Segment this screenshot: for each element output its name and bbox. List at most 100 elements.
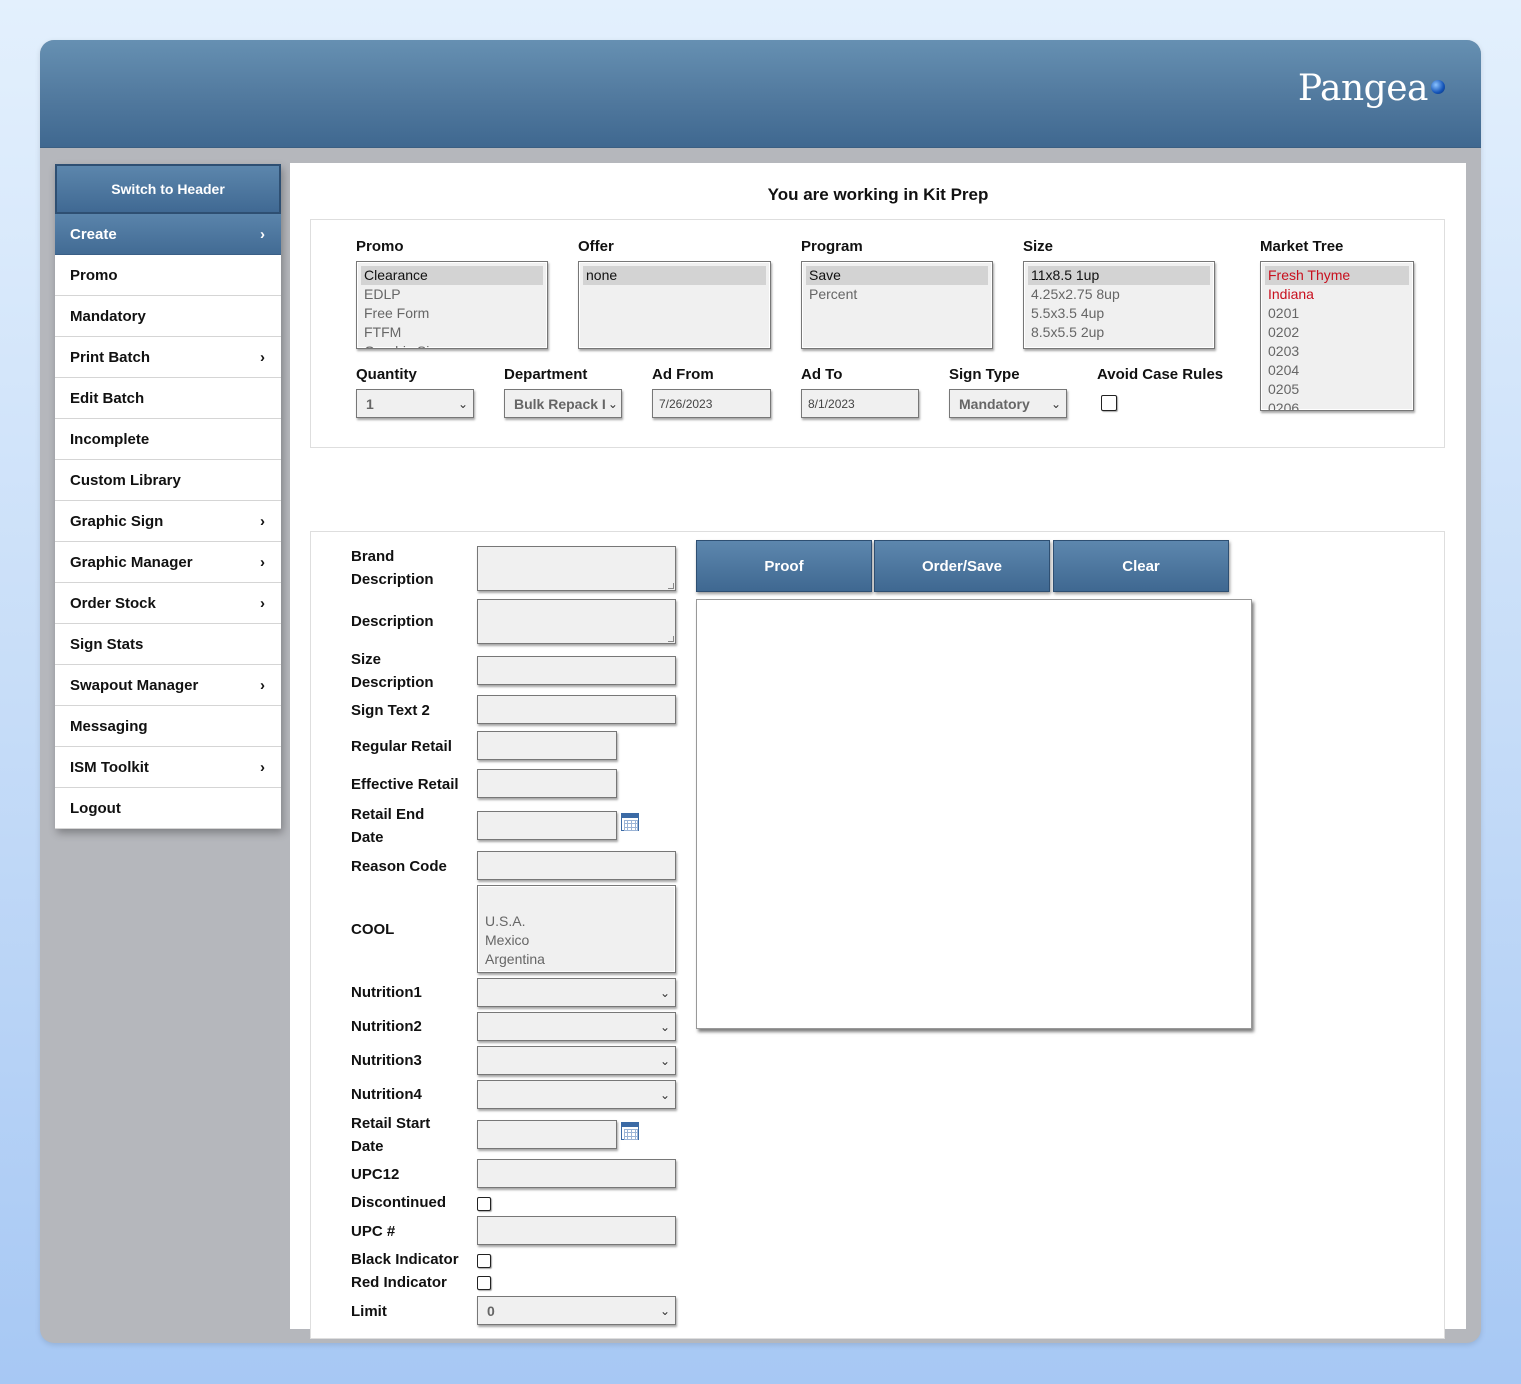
sign-type-select[interactable]: Mandatory ⌄ [949,389,1067,418]
nutrition4-label: Nutrition4 [351,1086,422,1103]
list-option[interactable]: 0206 [1265,399,1409,410]
sidebar-item-print-batch[interactable]: Print Batch › [55,337,281,378]
market-tree-listbox[interactable]: Fresh Thyme Indiana 0201 0202 0203 0204 0205 02… [1260,261,1414,411]
red-indicator-checkbox[interactable] [477,1276,491,1290]
retail-start-date-input[interactable] [477,1120,617,1149]
chevron-down-icon: ⌄ [657,1053,675,1068]
offer-listbox[interactable]: none [578,261,771,349]
upc12-label: UPC12 [351,1166,400,1183]
list-option[interactable]: Mexico [482,931,671,950]
brand-description-textarea[interactable] [477,546,676,591]
sidebar-item-label: Mandatory [70,307,146,325]
list-option[interactable]: 4.25x2.75 8up [1028,285,1210,304]
proof-button[interactable]: Proof [696,540,872,592]
sidebar-item-messaging[interactable]: Messaging [55,706,281,747]
list-option[interactable]: FTFM [361,323,543,342]
nutrition1-select[interactable]: ⌄ [477,978,676,1007]
reason-code-input[interactable] [477,851,676,880]
limit-select[interactable]: 0 ⌄ [477,1296,676,1325]
list-option[interactable]: 5.5x3.5 4up [1028,304,1210,323]
list-option[interactable]: Argentina [482,950,671,969]
list-option[interactable]: U.S.A. [482,912,671,931]
sidebar-item-graphic-manager[interactable]: Graphic Manager › [55,542,281,583]
calendar-icon[interactable] [621,813,639,831]
upc-number-input[interactable] [477,1216,676,1245]
list-option[interactable]: Clearance [361,266,543,285]
list-option[interactable]: Save [806,266,988,285]
nutrition2-select[interactable]: ⌄ [477,1012,676,1041]
list-option[interactable]: 0205 [1265,380,1409,399]
retail-end-date-label: Retail End Date [351,806,425,846]
sidebar-item-graphic-sign[interactable]: Graphic Sign › [55,501,281,542]
ad-from-value: 7/26/2023 [659,396,713,411]
list-option[interactable]: 8.5x5.5 2up [1028,323,1210,342]
quantity-label: Quantity [356,366,417,383]
sidebar-item-swapout-manager[interactable]: Swapout Manager › [55,665,281,706]
sidebar-item-logout[interactable]: Logout [55,788,281,829]
promo-listbox[interactable]: ClearanceEDLPFree FormFTFMGraphic Sign [356,261,548,349]
quantity-select[interactable]: 1 ⌄ [356,389,474,418]
reason-code-label: Reason Code [351,858,447,875]
sidebar-item-sign-stats[interactable]: Sign Stats [55,624,281,665]
chevron-down-icon: ⌄ [657,1303,675,1318]
clear-button[interactable]: Clear [1053,540,1229,592]
logo-text: Pangea [1297,68,1429,109]
department-label: Department [504,366,588,383]
list-option[interactable]: 0201 [1265,304,1409,323]
list-option[interactable]: Indiana [1265,285,1409,304]
sidebar-item-edit-batch[interactable]: Edit Batch [55,378,281,419]
list-option[interactable]: 0203 [1265,342,1409,361]
size-listbox[interactable]: 11x8.5 1up 4.25x2.75 8up 5.5x3.5 4up 8.5x5.… [1023,261,1215,349]
sidebar-menu: Create › Promo Mandatory Print Batch › Edit Ba… [55,214,281,829]
list-option[interactable]: Fresh Thyme [1265,266,1409,285]
chevron-down-icon: ⌄ [605,396,621,411]
chevron-right-icon: › [260,758,265,776]
list-option[interactable]: 0202 [1265,323,1409,342]
effective-retail-input[interactable] [477,769,617,798]
sidebar-item-ism-toolkit[interactable]: ISM Toolkit › [55,747,281,788]
calendar-icon[interactable] [621,1122,639,1140]
nutrition4-select[interactable]: ⌄ [477,1080,676,1109]
sidebar-item-mandatory[interactable]: Mandatory [55,296,281,337]
list-option[interactable]: EDLP [361,285,543,304]
filter-panel: Promo ClearanceEDLPFree FormFTFMGraphic … [310,219,1445,448]
list-option[interactable]: none [583,266,766,285]
sidebar-item-label: Promo [70,266,118,284]
nutrition3-select[interactable]: ⌄ [477,1046,676,1075]
brand-description-label: Brand Description [351,548,434,588]
list-option[interactable]: Australia [482,969,671,972]
retail-end-date-input[interactable] [477,811,617,840]
program-listbox[interactable]: Save Percent [801,261,993,349]
sidebar-item-order-stock[interactable]: Order Stock › [55,583,281,624]
sidebar-item-label: Messaging [70,717,148,735]
discontinued-checkbox[interactable] [477,1197,491,1211]
sidebar-item-promo[interactable]: Promo [55,255,281,296]
sign-text-2-input[interactable] [477,695,676,724]
sidebar-item-incomplete[interactable]: Incomplete [55,419,281,460]
regular-retail-input[interactable] [477,731,617,760]
list-option[interactable]: Free Form [361,304,543,323]
black-indicator-checkbox[interactable] [477,1254,491,1268]
order-save-button[interactable]: Order/Save [874,540,1050,592]
chevron-down-icon: ⌄ [657,1087,675,1102]
avoid-case-rules-checkbox[interactable] [1101,395,1117,411]
chevron-down-icon: ⌄ [657,1019,675,1034]
list-option[interactable]: 0204 [1265,361,1409,380]
switch-to-header-button[interactable]: Switch to Header [55,164,281,214]
description-textarea[interactable] [477,599,676,644]
list-option[interactable]: Percent [806,285,988,304]
description-label: Description [351,613,434,630]
main-content: You are working in Kit Prep Promo Cleara… [290,163,1466,1339]
ad-to-input[interactable]: 8/1/2023 [801,389,919,418]
size-description-input[interactable] [477,656,676,685]
sidebar-item-custom-library[interactable]: Custom Library [55,460,281,501]
sidebar-item-label: ISM Toolkit [70,758,149,776]
list-option[interactable]: Graphic Sign [361,342,543,348]
upc12-input[interactable] [477,1159,676,1188]
sidebar-item-create[interactable]: Create › [55,214,281,255]
cool-listbox[interactable]: U.S.A.MexicoArgentinaAustralia [477,885,676,973]
ad-from-input[interactable]: 7/26/2023 [652,389,771,418]
department-select[interactable]: Bulk Repack I ⌄ [504,389,622,418]
list-option[interactable]: 11x8.5 1up [1028,266,1210,285]
sidebar-item-label: Custom Library [70,471,181,489]
